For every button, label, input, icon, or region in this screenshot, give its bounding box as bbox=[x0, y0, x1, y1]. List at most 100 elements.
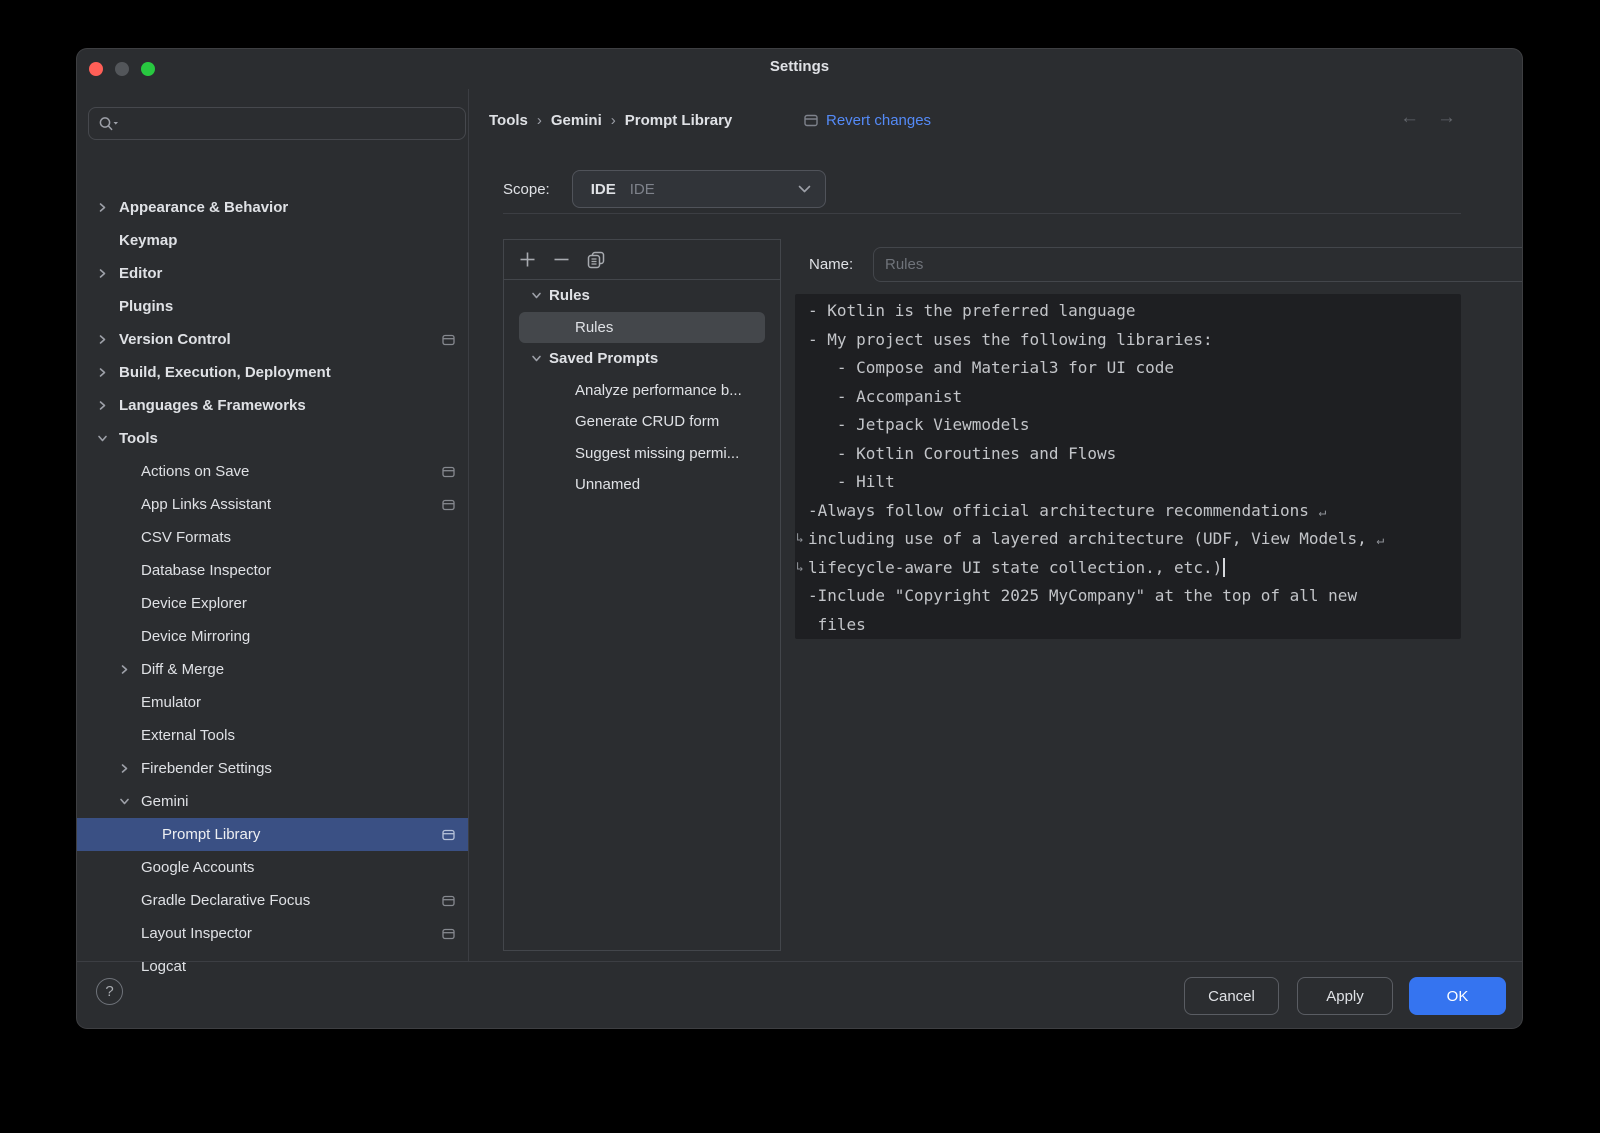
sidebar-item-label: Firebender Settings bbox=[141, 760, 272, 777]
modified-indicator-icon bbox=[442, 466, 455, 477]
editor-line: files bbox=[795, 611, 1461, 640]
editor-line-text: - Kotlin is the preferred language bbox=[808, 301, 1136, 320]
apply-button[interactable]: Apply bbox=[1297, 977, 1393, 1015]
modified-indicator-icon bbox=[442, 499, 455, 510]
breadcrumb-separator: › bbox=[537, 112, 542, 129]
sidebar-item-gradle-declarative-focus[interactable]: Gradle Declarative Focus bbox=[77, 884, 468, 917]
tree-toggle[interactable] bbox=[531, 353, 549, 364]
tree-toggle[interactable] bbox=[97, 202, 119, 213]
editor-line: - Compose and Material3 for UI code bbox=[795, 354, 1461, 383]
sidebar-item-diff-merge[interactable]: Diff & Merge bbox=[77, 653, 468, 686]
sidebar-item-appearance-behavior[interactable]: Appearance & Behavior bbox=[77, 191, 468, 224]
prompt-item-rules[interactable]: Rules bbox=[519, 312, 765, 344]
prompt-group-rules[interactable]: Rules bbox=[504, 280, 780, 312]
tree-toggle[interactable] bbox=[97, 433, 119, 444]
sidebar-item-device-explorer[interactable]: Device Explorer bbox=[77, 587, 468, 620]
sidebar-item-firebender-settings[interactable]: Firebender Settings bbox=[77, 752, 468, 785]
sidebar-item-emulator[interactable]: Emulator bbox=[77, 686, 468, 719]
prompt-item-suggest-missing-permi[interactable]: Suggest missing permi... bbox=[504, 438, 780, 470]
chevron-down-icon bbox=[97, 433, 108, 444]
tree-toggle[interactable] bbox=[97, 334, 119, 345]
sidebar-item-app-links-assistant[interactable]: App Links Assistant bbox=[77, 488, 468, 521]
sidebar-item-label: Plugins bbox=[119, 298, 173, 315]
breadcrumb-item-gemini[interactable]: Gemini bbox=[551, 112, 602, 129]
forward-arrow-icon[interactable]: → bbox=[1437, 107, 1474, 128]
plus-icon bbox=[518, 250, 537, 269]
sidebar-item-label: Appearance & Behavior bbox=[119, 199, 288, 216]
modified-indicator bbox=[442, 499, 455, 510]
tree-toggle[interactable] bbox=[119, 763, 141, 774]
revert-changes[interactable]: Revert changes bbox=[804, 109, 931, 131]
tree-toggle[interactable] bbox=[97, 367, 119, 378]
scope-badge: IDE bbox=[591, 181, 616, 198]
tree-toggle[interactable] bbox=[97, 400, 119, 411]
sidebar-item-version-control[interactable]: Version Control bbox=[77, 323, 468, 356]
sidebar-item-gemini[interactable]: Gemini bbox=[77, 785, 468, 818]
remove-button[interactable] bbox=[552, 250, 586, 269]
sidebar-item-plugins[interactable]: Plugins bbox=[77, 290, 468, 323]
breadcrumb-item-prompt-library[interactable]: Prompt Library bbox=[625, 112, 733, 129]
settings-search-input[interactable] bbox=[88, 107, 466, 140]
breadcrumb: Tools › Gemini › Prompt Library bbox=[489, 109, 732, 131]
sidebar-item-label: Gemini bbox=[141, 793, 189, 810]
chevron-down-icon bbox=[531, 353, 542, 364]
sidebar-item-google-accounts[interactable]: Google Accounts bbox=[77, 851, 468, 884]
sidebar-item-label: Prompt Library bbox=[162, 826, 260, 843]
editor-line: - Accompanist bbox=[795, 383, 1461, 412]
prompt-label: Analyze performance b... bbox=[575, 382, 742, 399]
name-input[interactable]: Rules bbox=[873, 247, 1523, 282]
sidebar-item-database-inspector[interactable]: Database Inspector bbox=[77, 554, 468, 587]
modified-indicator bbox=[442, 466, 455, 477]
tree-toggle[interactable] bbox=[119, 664, 141, 675]
editor-line-text: - My project uses the following librarie… bbox=[808, 330, 1213, 349]
search-icon bbox=[98, 115, 120, 133]
breadcrumb-item-tools[interactable]: Tools bbox=[489, 112, 528, 129]
tree-toggle[interactable] bbox=[531, 290, 549, 301]
scope-label: Scope: bbox=[503, 181, 550, 198]
tree-toggle[interactable] bbox=[119, 796, 141, 807]
help-button[interactable]: ? bbox=[96, 978, 123, 1005]
prompt-item-analyze-performance-b[interactable]: Analyze performance b... bbox=[504, 375, 780, 407]
chevron-down-icon bbox=[798, 185, 811, 193]
editor-line: - My project uses the following librarie… bbox=[795, 326, 1461, 355]
sidebar-item-actions-on-save[interactable]: Actions on Save bbox=[77, 455, 468, 488]
sidebar-item-languages-frameworks[interactable]: Languages & Frameworks bbox=[77, 389, 468, 422]
prompt-label: Suggest missing permi... bbox=[575, 445, 739, 462]
soft-wrap-start-icon: ↳ bbox=[796, 554, 804, 583]
prompt-library-panel: RulesRules Saved Prompts Analyze performan… bbox=[503, 239, 781, 951]
sidebar-item-external-tools[interactable]: External Tools bbox=[77, 719, 468, 752]
prompt-item-generate-crud-form[interactable]: Generate CRUD form bbox=[504, 406, 780, 438]
sidebar-item-keymap[interactable]: Keymap bbox=[77, 224, 468, 257]
editor-line-text: lifecycle-aware UI state collection., et… bbox=[808, 558, 1222, 577]
sidebar-item-build-execution-deployment[interactable]: Build, Execution, Deployment bbox=[77, 356, 468, 389]
ok-button[interactable]: OK bbox=[1409, 977, 1506, 1015]
tree-toggle[interactable] bbox=[97, 268, 119, 279]
prompt-item-unnamed[interactable]: Unnamed bbox=[504, 469, 780, 501]
editor-line-text: - Kotlin Coroutines and Flows bbox=[808, 444, 1116, 463]
modified-indicator-icon bbox=[442, 928, 455, 939]
editor-line: - Hilt bbox=[795, 468, 1461, 497]
sidebar-item-csv-formats[interactable]: CSV Formats bbox=[77, 521, 468, 554]
sidebar-item-tools[interactable]: Tools bbox=[77, 422, 468, 455]
sidebar-item-label: Actions on Save bbox=[141, 463, 249, 480]
back-arrow-icon[interactable]: ← bbox=[1400, 107, 1437, 128]
title-bar: Settings bbox=[77, 49, 1522, 89]
cancel-button[interactable]: Cancel bbox=[1184, 977, 1279, 1015]
prompt-group-saved-prompts[interactable]: Saved Prompts bbox=[504, 343, 780, 375]
duplicate-button[interactable] bbox=[586, 250, 620, 270]
settings-sidebar: Appearance & Behavior KeymapEditor Plugins… bbox=[77, 89, 468, 962]
prompt-label: Saved Prompts bbox=[549, 350, 658, 367]
sidebar-item-layout-inspector[interactable]: Layout Inspector bbox=[77, 917, 468, 950]
sidebar-item-editor[interactable]: Editor bbox=[77, 257, 468, 290]
sidebar-item-prompt-library[interactable]: Prompt Library bbox=[77, 818, 468, 851]
add-button[interactable] bbox=[518, 250, 552, 269]
editor-line: ↳lifecycle-aware UI state collection., e… bbox=[795, 554, 1461, 583]
revert-changes-link[interactable]: Revert changes bbox=[826, 112, 931, 129]
prompt-text-editor[interactable]: - Kotlin is the preferred language - My p… bbox=[795, 294, 1461, 639]
sidebar-item-device-mirroring[interactable]: Device Mirroring bbox=[77, 620, 468, 653]
history-nav: ←→ bbox=[1400, 107, 1474, 129]
chevron-right-icon bbox=[97, 334, 108, 345]
dialog-footer: ? Cancel Apply OK bbox=[77, 961, 1522, 1028]
scope-select[interactable]: IDE IDE bbox=[572, 170, 826, 208]
modified-indicator-icon bbox=[442, 829, 455, 840]
